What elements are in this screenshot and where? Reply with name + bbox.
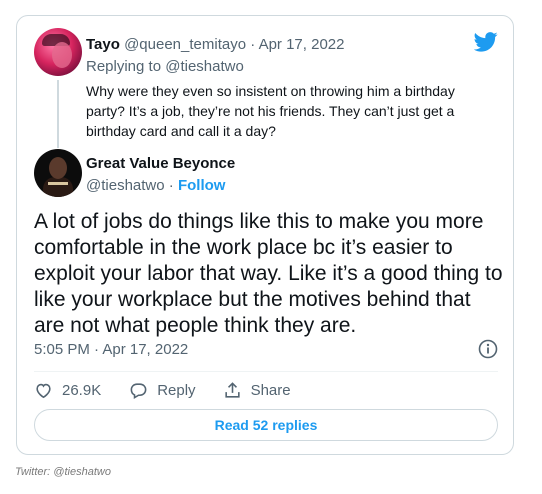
thread-connector-line: [57, 80, 59, 148]
actions-divider: [34, 371, 498, 372]
reply-button[interactable]: Reply: [129, 381, 196, 400]
parent-author-handle[interactable]: @queen_temitayo: [124, 36, 246, 53]
avatar-body-shape: [43, 177, 73, 197]
cropped-heading-fragment: [14, 0, 20, 13]
avatar-caption-shape: [48, 182, 68, 185]
reply-label: Reply: [157, 381, 196, 399]
replying-to-handle[interactable]: @tieshatwo: [165, 58, 244, 75]
info-icon[interactable]: [477, 338, 499, 360]
replying-to-line: Replying to @tieshatwo: [86, 58, 244, 75]
main-author-handle[interactable]: @tieshatwo: [86, 177, 165, 194]
main-handle-row: @tieshatwo · Follow: [86, 177, 225, 194]
share-upload-icon: [224, 381, 240, 398]
image-credit: Twitter: @tieshatwo: [15, 466, 111, 478]
replying-to-label: Replying to: [86, 58, 162, 75]
parent-tweet-header: Tayo @queen_temitayo · Apr 17, 2022: [86, 36, 344, 53]
parent-author-name[interactable]: Tayo: [86, 36, 120, 53]
parent-tweet-text: Why were they even so insistent on throw…: [86, 83, 455, 139]
main-tweet-text: A lot of jobs do things like this to mak…: [34, 210, 503, 337]
tweet-actions-bar: 26.9K Reply Share: [34, 379, 291, 401]
like-count: 26.9K: [62, 381, 102, 399]
header-separator: ·: [250, 36, 256, 53]
share-label: Share: [250, 381, 291, 399]
main-author-avatar[interactable]: [34, 149, 82, 197]
heart-icon: [36, 383, 51, 398]
follow-link[interactable]: Follow: [178, 177, 226, 194]
like-button[interactable]: 26.9K: [34, 381, 101, 400]
avatar-face-shape: [52, 42, 72, 68]
main-author-name[interactable]: Great Value Beyonce: [86, 155, 235, 172]
share-button[interactable]: Share: [223, 381, 291, 400]
speech-bubble-icon: [130, 382, 147, 399]
tweet-timestamp[interactable]: 5:05 PM · Apr 17, 2022: [34, 341, 188, 358]
handle-separator: ·: [168, 177, 174, 194]
read-replies-button[interactable]: Read 52 replies: [34, 409, 498, 441]
twitter-bird-icon[interactable]: [474, 32, 498, 52]
embedded-tweet-card: Tayo @queen_temitayo · Apr 17, 2022 Repl…: [16, 15, 514, 455]
avatar-head-shape: [49, 157, 67, 179]
parent-tweet-date[interactable]: Apr 17, 2022: [259, 36, 345, 53]
parent-avatar[interactable]: [34, 28, 82, 76]
